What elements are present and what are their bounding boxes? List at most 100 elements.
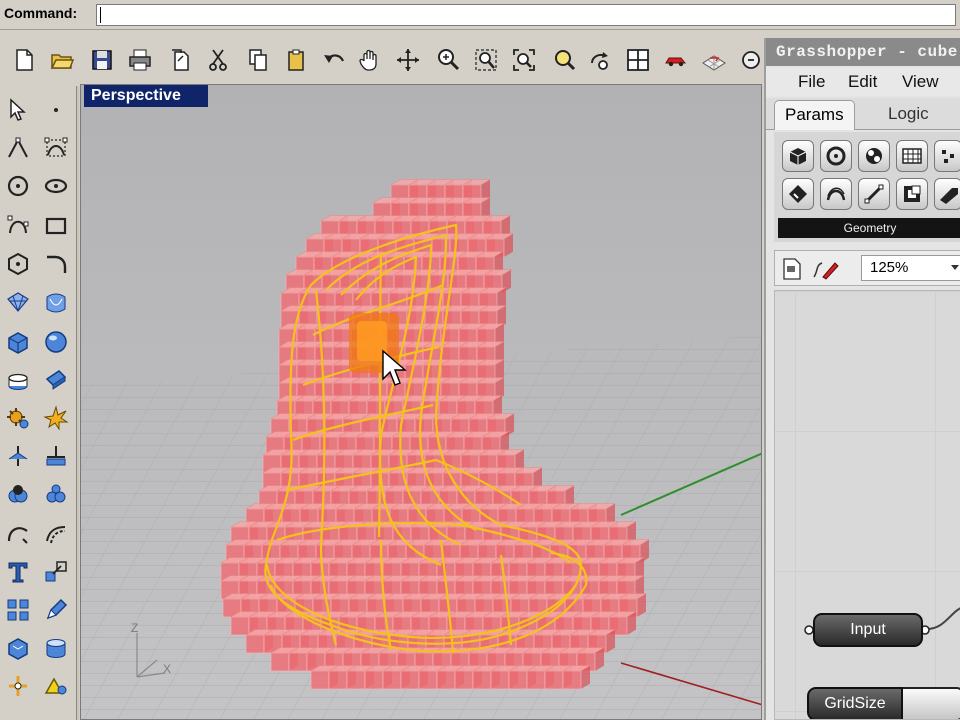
menu-view[interactable]: View [902,72,939,92]
box-param-icon[interactable] [782,140,814,172]
cylinder-icon[interactable] [2,364,34,396]
grasshopper-canvas[interactable]: Input GridSize [774,290,960,720]
cut-icon[interactable] [202,44,234,76]
polyline-icon[interactable] [2,132,34,164]
plane-param-icon[interactable] [896,178,928,210]
boolean-union-icon[interactable] [2,478,34,510]
pen-edit-icon[interactable] [40,594,72,626]
perspective-viewport[interactable]: Z X Perspective [80,84,762,720]
vector-param-icon[interactable] [934,178,960,210]
zoom-dropdown[interactable]: 125% [861,255,960,281]
extrude-surface-icon[interactable] [40,364,72,396]
brep-param-icon[interactable] [858,140,890,172]
zoom-extents-icon[interactable] [508,44,540,76]
dimension-icon[interactable] [2,670,34,702]
ribbon-category-label: Geometry [778,218,960,238]
voxel-cube [245,634,265,654]
voxel-cube [472,670,492,690]
render-material-icon[interactable] [40,670,72,702]
array-icon[interactable] [2,594,34,626]
new-file-icon[interactable] [8,44,40,76]
ellipse-icon[interactable] [40,170,72,202]
point-param-icon[interactable] [934,140,960,172]
print-icon[interactable] [124,44,156,76]
mesh-cylinder-icon[interactable] [40,632,72,664]
sphere-icon[interactable] [40,326,72,358]
text-icon[interactable] [2,556,34,588]
axis-z-label: Z [131,621,138,635]
transform-icon[interactable] [2,440,34,472]
tab-logic[interactable]: Logic [878,100,939,130]
document-icon[interactable] [781,257,803,281]
render-grid-icon[interactable] [698,44,730,76]
viewport-title[interactable]: Perspective [84,85,208,107]
voxel-cube [508,670,528,690]
text-caret [100,7,101,23]
voxel-cube [544,670,564,690]
zoom-selected-icon[interactable] [548,44,580,76]
split-icon[interactable] [40,440,72,472]
open-folder-icon[interactable] [46,44,78,76]
gridsize-slider-node[interactable]: GridSize [807,687,903,719]
undo-icon[interactable] [318,44,350,76]
scale-icon[interactable] [40,556,72,588]
grasshopper-menubar: File Edit View [766,68,960,96]
grasshopper-title[interactable]: Grasshopper - cube [766,38,960,66]
rectangle-icon[interactable] [40,210,72,242]
surface-grid-icon[interactable] [2,286,34,318]
axis-x-label: X [163,662,171,676]
explode-icon[interactable] [40,402,72,434]
command-bar: Command: [0,0,960,30]
mesh-param-icon[interactable] [896,140,928,172]
rotate-camera-icon[interactable] [584,44,616,76]
curve-point-icon[interactable] [2,210,34,242]
gear-solid-icon[interactable] [2,402,34,434]
menu-file[interactable]: File [798,72,825,92]
gridsize-slider-track[interactable] [903,687,960,719]
curve-offset-icon[interactable] [40,518,72,550]
input-node-label: Input [850,621,886,638]
rotate-view-icon[interactable] [392,44,424,76]
polygon-icon[interactable] [2,248,34,280]
select-arrow-icon[interactable] [2,94,34,126]
app-window: Command: Z X Perspective Grasshopper - c… [0,0,960,720]
voxel-cube [400,670,420,690]
zoom-icon[interactable] [432,44,464,76]
pan-hand-icon[interactable] [354,44,386,76]
input-node[interactable]: Input [813,613,923,647]
sketch-pen-icon[interactable] [811,257,839,281]
point-icon[interactable] [40,94,72,126]
copy-icon[interactable] [242,44,274,76]
box-solid-icon[interactable] [2,326,34,358]
curve-tool-icon[interactable] [2,518,34,550]
render-car-icon[interactable] [660,44,692,76]
options-icon[interactable] [736,44,762,76]
boolean-split-icon[interactable] [40,478,72,510]
mesh-box-icon[interactable] [2,632,34,664]
paste-template-icon[interactable] [164,44,196,76]
chevron-down-icon [951,265,959,270]
voxel-cube [270,652,290,672]
paste-icon[interactable] [280,44,312,76]
curve-param-icon[interactable] [820,178,852,210]
tab-params[interactable]: Params [774,100,855,130]
voxel-cube [364,670,384,690]
voxel-cube [526,670,546,690]
save-icon[interactable] [86,44,118,76]
control-point-curve-icon[interactable] [40,132,72,164]
menu-edit[interactable]: Edit [848,72,877,92]
viewport-scene[interactable]: Z X [81,85,762,720]
command-input[interactable] [96,4,956,26]
circle-param-icon[interactable] [820,140,852,172]
four-viewports-icon[interactable] [622,44,654,76]
zoom-window-icon[interactable] [470,44,502,76]
line-param-icon[interactable] [858,178,890,210]
voxel-cube [490,670,510,690]
voxel-cube [346,670,366,690]
circle-icon[interactable] [2,170,34,202]
voxel-cube [328,670,348,690]
loft-surface-icon[interactable] [40,286,72,318]
voxel-cube [418,670,438,690]
surface-param-icon[interactable] [782,178,814,210]
fillet-curve-icon[interactable] [40,248,72,280]
